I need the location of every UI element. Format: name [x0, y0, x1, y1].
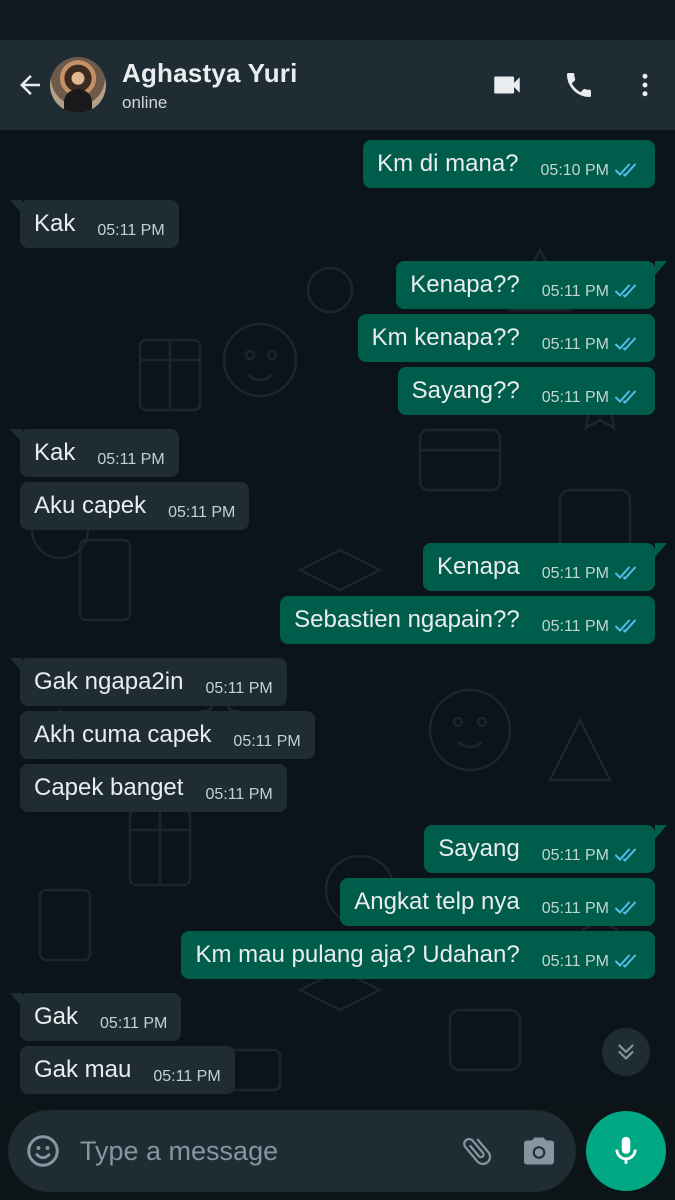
message-time: 05:11 PM: [541, 336, 609, 353]
message-text: Gak: [34, 1003, 79, 1030]
double-chevron-down-icon: [618, 1044, 634, 1060]
video-call-button[interactable]: [471, 40, 543, 130]
message-time: 05:11 PM: [233, 733, 301, 750]
message-input[interactable]: [78, 1110, 446, 1192]
incoming-message[interactable]: Akh cuma capek 05:11 PM: [20, 711, 315, 759]
voice-call-button[interactable]: [543, 40, 615, 130]
message-text: Sayang??: [411, 377, 520, 404]
read-receipt-icon: [615, 162, 641, 178]
header-actions: [471, 40, 675, 130]
read-receipt-icon: [615, 900, 641, 916]
bubble-tail: [10, 658, 22, 672]
bubble-tail: [10, 993, 22, 1007]
scroll-to-bottom-button[interactable]: [602, 1028, 650, 1076]
message-text: Sebastien ngapain??: [294, 606, 520, 633]
message-time: 05:11 PM: [541, 953, 609, 970]
contact-status: online: [122, 92, 168, 112]
message-time: 05:11 PM: [97, 222, 165, 239]
avatar[interactable]: [50, 57, 106, 113]
message-time: 05:10 PM: [540, 162, 609, 179]
message-text: Sayang: [438, 835, 520, 862]
back-button[interactable]: [10, 65, 50, 105]
read-receipt-icon: [615, 565, 641, 581]
incoming-message[interactable]: Aku capek 05:11 PM: [20, 482, 250, 530]
message-time: 05:11 PM: [205, 786, 273, 803]
message-time: 05:11 PM: [97, 451, 165, 468]
message-text: Angkat telp nya: [354, 888, 520, 915]
outgoing-message[interactable]: Sebastien ngapain?? 05:11 PM: [280, 596, 655, 644]
incoming-message[interactable]: Gak 05:11 PM: [10, 993, 182, 1041]
outgoing-message[interactable]: Km di mana? 05:10 PM: [363, 140, 655, 188]
contact-name: Aghastya Yuri: [122, 57, 298, 88]
bubble-tail: [10, 200, 22, 214]
more-vert-icon: [642, 73, 648, 97]
paperclip-icon: [463, 1137, 492, 1166]
voice-message-button[interactable]: [586, 1111, 666, 1191]
message-text: Km mau pulang aja? Udahan?: [195, 941, 520, 968]
video-call-icon: [494, 76, 520, 94]
bubble-tail: [655, 543, 667, 557]
message-time: 05:11 PM: [541, 847, 609, 864]
message-time: 05:11 PM: [205, 680, 273, 697]
message-time: 05:11 PM: [153, 1068, 221, 1085]
message-time: 05:11 PM: [100, 1015, 168, 1032]
outgoing-message[interactable]: Kenapa?? 05:11 PM: [396, 261, 667, 309]
emoji-icon: [27, 1135, 59, 1167]
read-receipt-icon: [615, 847, 641, 863]
camera-icon: [524, 1137, 554, 1165]
outgoing-message[interactable]: Sayang?? 05:11 PM: [397, 367, 655, 415]
read-receipt-icon: [615, 618, 641, 634]
message-time: 05:11 PM: [168, 504, 236, 521]
camera-button[interactable]: [508, 1110, 570, 1192]
more-options-button[interactable]: [615, 40, 675, 130]
read-receipt-icon: [615, 283, 641, 299]
outgoing-message[interactable]: Angkat telp nya 05:11 PM: [340, 878, 655, 926]
message-text: Km kenapa??: [371, 324, 520, 351]
message-text: Gak mau: [34, 1056, 132, 1083]
message-text: Capek banget: [34, 774, 184, 801]
outgoing-message[interactable]: Km mau pulang aja? Udahan? 05:11 PM: [181, 931, 655, 979]
outgoing-message[interactable]: Sayang 05:11 PM: [424, 825, 667, 873]
outgoing-message[interactable]: Km kenapa?? 05:11 PM: [357, 314, 655, 362]
phone-icon: [567, 73, 591, 97]
message-text: Kak: [34, 439, 76, 466]
incoming-message[interactable]: Gak mau 05:11 PM: [20, 1046, 235, 1094]
mic-icon: [615, 1136, 637, 1164]
read-receipt-icon: [615, 336, 641, 352]
message-list[interactable]: Km di mana? 05:10 PM Kak 05:11 PM Kenapa?? 05…: [0, 130, 675, 1105]
bubble-tail: [10, 429, 22, 443]
message-time: 05:11 PM: [541, 900, 609, 917]
incoming-message[interactable]: Kak 05:11 PM: [10, 200, 179, 248]
message-text: Kenapa??: [410, 271, 520, 298]
outgoing-message[interactable]: Kenapa 05:11 PM: [422, 543, 667, 591]
emoji-button[interactable]: [8, 1110, 78, 1192]
message-composer: [8, 1110, 576, 1192]
message-text: Kenapa: [436, 553, 520, 580]
contact-info[interactable]: Aghastya Yuri online: [122, 58, 298, 113]
message-text: Km di mana?: [377, 150, 519, 177]
message-time: 05:11 PM: [541, 618, 609, 635]
status-bar: [0, 0, 675, 40]
bubble-tail: [655, 825, 667, 839]
read-receipt-icon: [615, 953, 641, 969]
message-text: Akh cuma capek: [34, 721, 212, 748]
bubble-tail: [655, 261, 667, 275]
incoming-message[interactable]: Kak 05:11 PM: [10, 429, 179, 477]
attach-button[interactable]: [446, 1110, 508, 1192]
message-time: 05:11 PM: [541, 389, 609, 406]
message-text: Aku capek: [34, 492, 147, 519]
message-text: Kak: [34, 210, 76, 237]
back-arrow-icon: [20, 75, 40, 95]
incoming-message[interactable]: Capek banget 05:11 PM: [20, 764, 287, 812]
chat-header: Aghastya Yuri online: [0, 40, 675, 130]
incoming-message[interactable]: Gak ngapa2in 05:11 PM: [10, 658, 287, 706]
message-time: 05:11 PM: [541, 283, 609, 300]
message-time: 05:11 PM: [541, 565, 609, 582]
read-receipt-icon: [615, 389, 641, 405]
message-text: Gak ngapa2in: [34, 668, 184, 695]
